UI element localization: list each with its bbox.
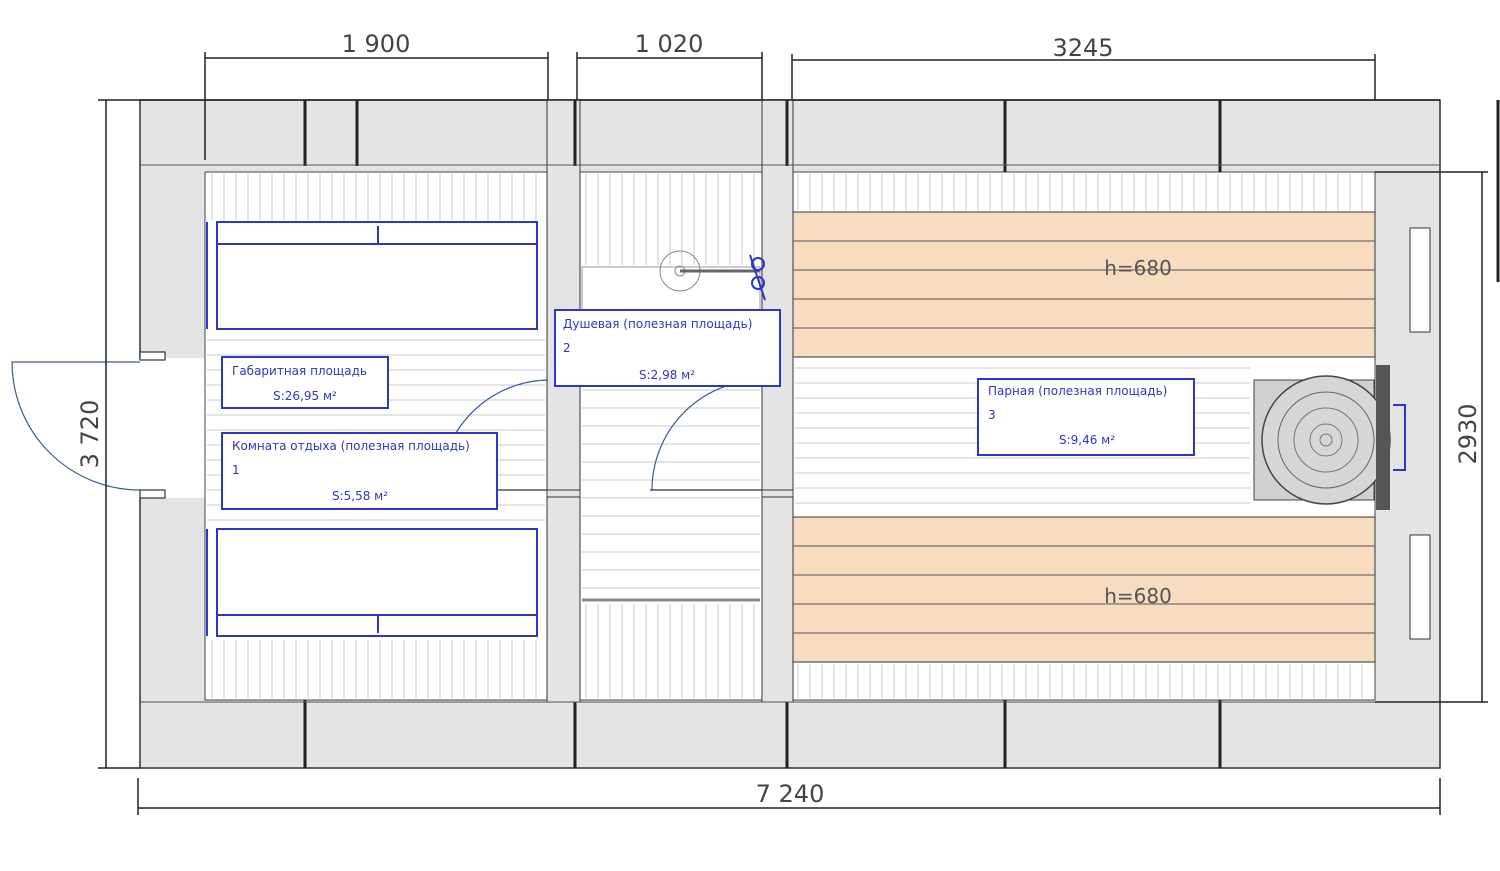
steam-area: S:9,46 м² [1059, 433, 1115, 447]
bench-lower-height: h=680 [1104, 584, 1172, 608]
dim-top-left: 1 900 [342, 30, 411, 58]
shower-title: Душевая (полезная площадь) [563, 317, 752, 331]
shower-area: S:2,98 м² [639, 368, 695, 382]
floor-plan: 1 900 1 020 3245 3 720 2930 7 240 h=680 … [11, 30, 1500, 815]
dim-left-total: 3 720 [76, 400, 104, 469]
bench-lower [792, 516, 1376, 663]
shower-number: 2 [563, 341, 571, 355]
window-right-lower [1409, 534, 1431, 640]
bench-upper-height: h=680 [1104, 256, 1172, 280]
dim-top-right: 3245 [1052, 34, 1113, 62]
gross-area: S:26,95 м² [273, 389, 337, 403]
bench-upper [792, 211, 1376, 358]
bed-upper [206, 221, 538, 330]
room-tag-rest: Комната отдыха (полезная площадь) 1 S:5,… [221, 432, 498, 510]
sauna-stove [1253, 365, 1406, 510]
rest-area: S:5,58 м² [332, 489, 388, 503]
dim-bottom-total: 7 240 [756, 780, 825, 808]
room-tag-steam: Парная (полезная площадь) 3 S:9,46 м² [977, 378, 1195, 456]
room-tag-shower: Душевая (полезная площадь) 2 S:2,98 м² [554, 309, 781, 387]
rest-title: Комната отдыха (полезная площадь) [232, 439, 470, 453]
room-tag-gross: Габаритная площадь S:26,95 м² [221, 356, 389, 409]
dim-top-middle: 1 020 [635, 30, 704, 58]
gross-title: Габаритная площадь [232, 364, 367, 378]
steam-title: Парная (полезная площадь) [988, 384, 1167, 398]
rest-number: 1 [232, 463, 240, 477]
bed-lower [206, 528, 538, 637]
window-right-upper [1409, 227, 1431, 333]
steam-number: 3 [988, 408, 996, 422]
dim-right-inner: 2930 [1454, 403, 1482, 464]
